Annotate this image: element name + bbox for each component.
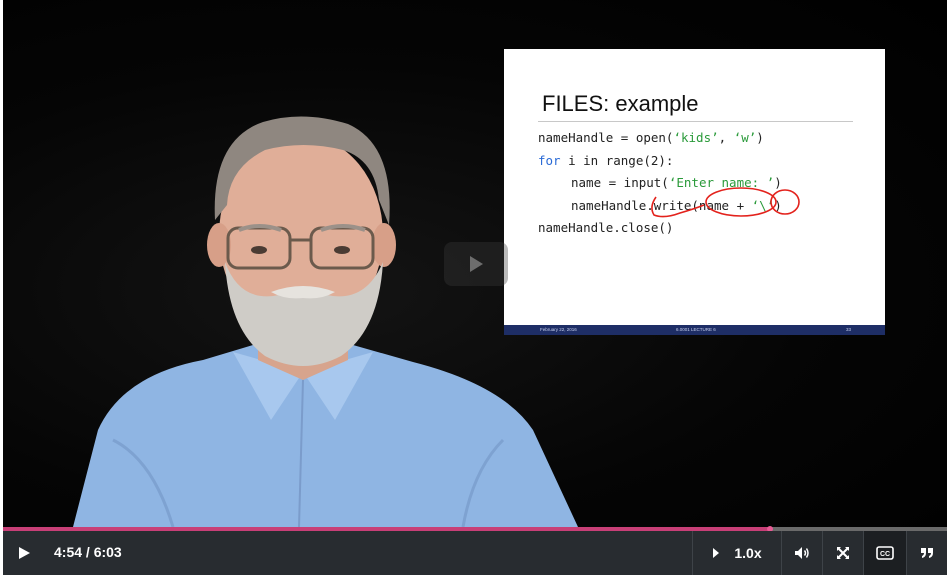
closed-captions-icon: CC xyxy=(876,546,894,560)
time-display: 4:54 / 6:03 xyxy=(54,544,122,560)
code-block: nameHandle = open(‘kids’, ‘w’) for i in r… xyxy=(538,127,782,240)
fullscreen-icon xyxy=(837,547,849,559)
speed-button[interactable]: 1.0x xyxy=(693,531,781,575)
lecture-slide: FILES: example nameHandle = open(‘kids’,… xyxy=(504,49,885,335)
slide-footer-date: February 22, 2016 xyxy=(540,327,577,332)
big-play-button[interactable] xyxy=(444,242,508,286)
control-bar: 4:54 / 6:03 1.0x CC xyxy=(3,531,947,575)
slide-footer: February 22, 2016 6.0001 LECTURE 6 33 xyxy=(504,325,885,335)
slide-footer-lecture: 6.0001 LECTURE 6 xyxy=(676,327,716,332)
volume-button[interactable] xyxy=(782,531,822,575)
code-line-1: nameHandle = open(‘kids’, ‘w’) xyxy=(538,130,764,145)
code-line-4: nameHandle.write(name + ‘\’) xyxy=(571,197,782,213)
speed-label: 1.0x xyxy=(734,545,762,561)
slide-title: FILES: example xyxy=(542,91,699,116)
code-line-3: name = input(‘Enter name: ’) xyxy=(571,175,782,190)
video-player[interactable]: FILES: example nameHandle = open(‘kids’,… xyxy=(3,0,947,575)
code-line-2: for i in range(2): xyxy=(538,152,674,168)
slide-footer-page: 33 xyxy=(846,327,852,332)
play-button[interactable] xyxy=(3,531,45,575)
captions-button[interactable]: CC xyxy=(864,531,906,575)
code-line-5: nameHandle.close() xyxy=(538,220,674,235)
volume-icon xyxy=(795,547,809,559)
slide-title-rule xyxy=(538,121,853,122)
fullscreen-button[interactable] xyxy=(823,531,863,575)
transcript-quote-icon xyxy=(921,548,933,558)
transcript-button[interactable] xyxy=(907,531,947,575)
video-frame[interactable]: FILES: example nameHandle = open(‘kids’,… xyxy=(3,0,947,527)
svg-text:CC: CC xyxy=(880,551,890,558)
speed-arrow-icon xyxy=(713,548,720,558)
play-icon xyxy=(19,547,30,559)
play-overlay-icon xyxy=(470,256,483,272)
